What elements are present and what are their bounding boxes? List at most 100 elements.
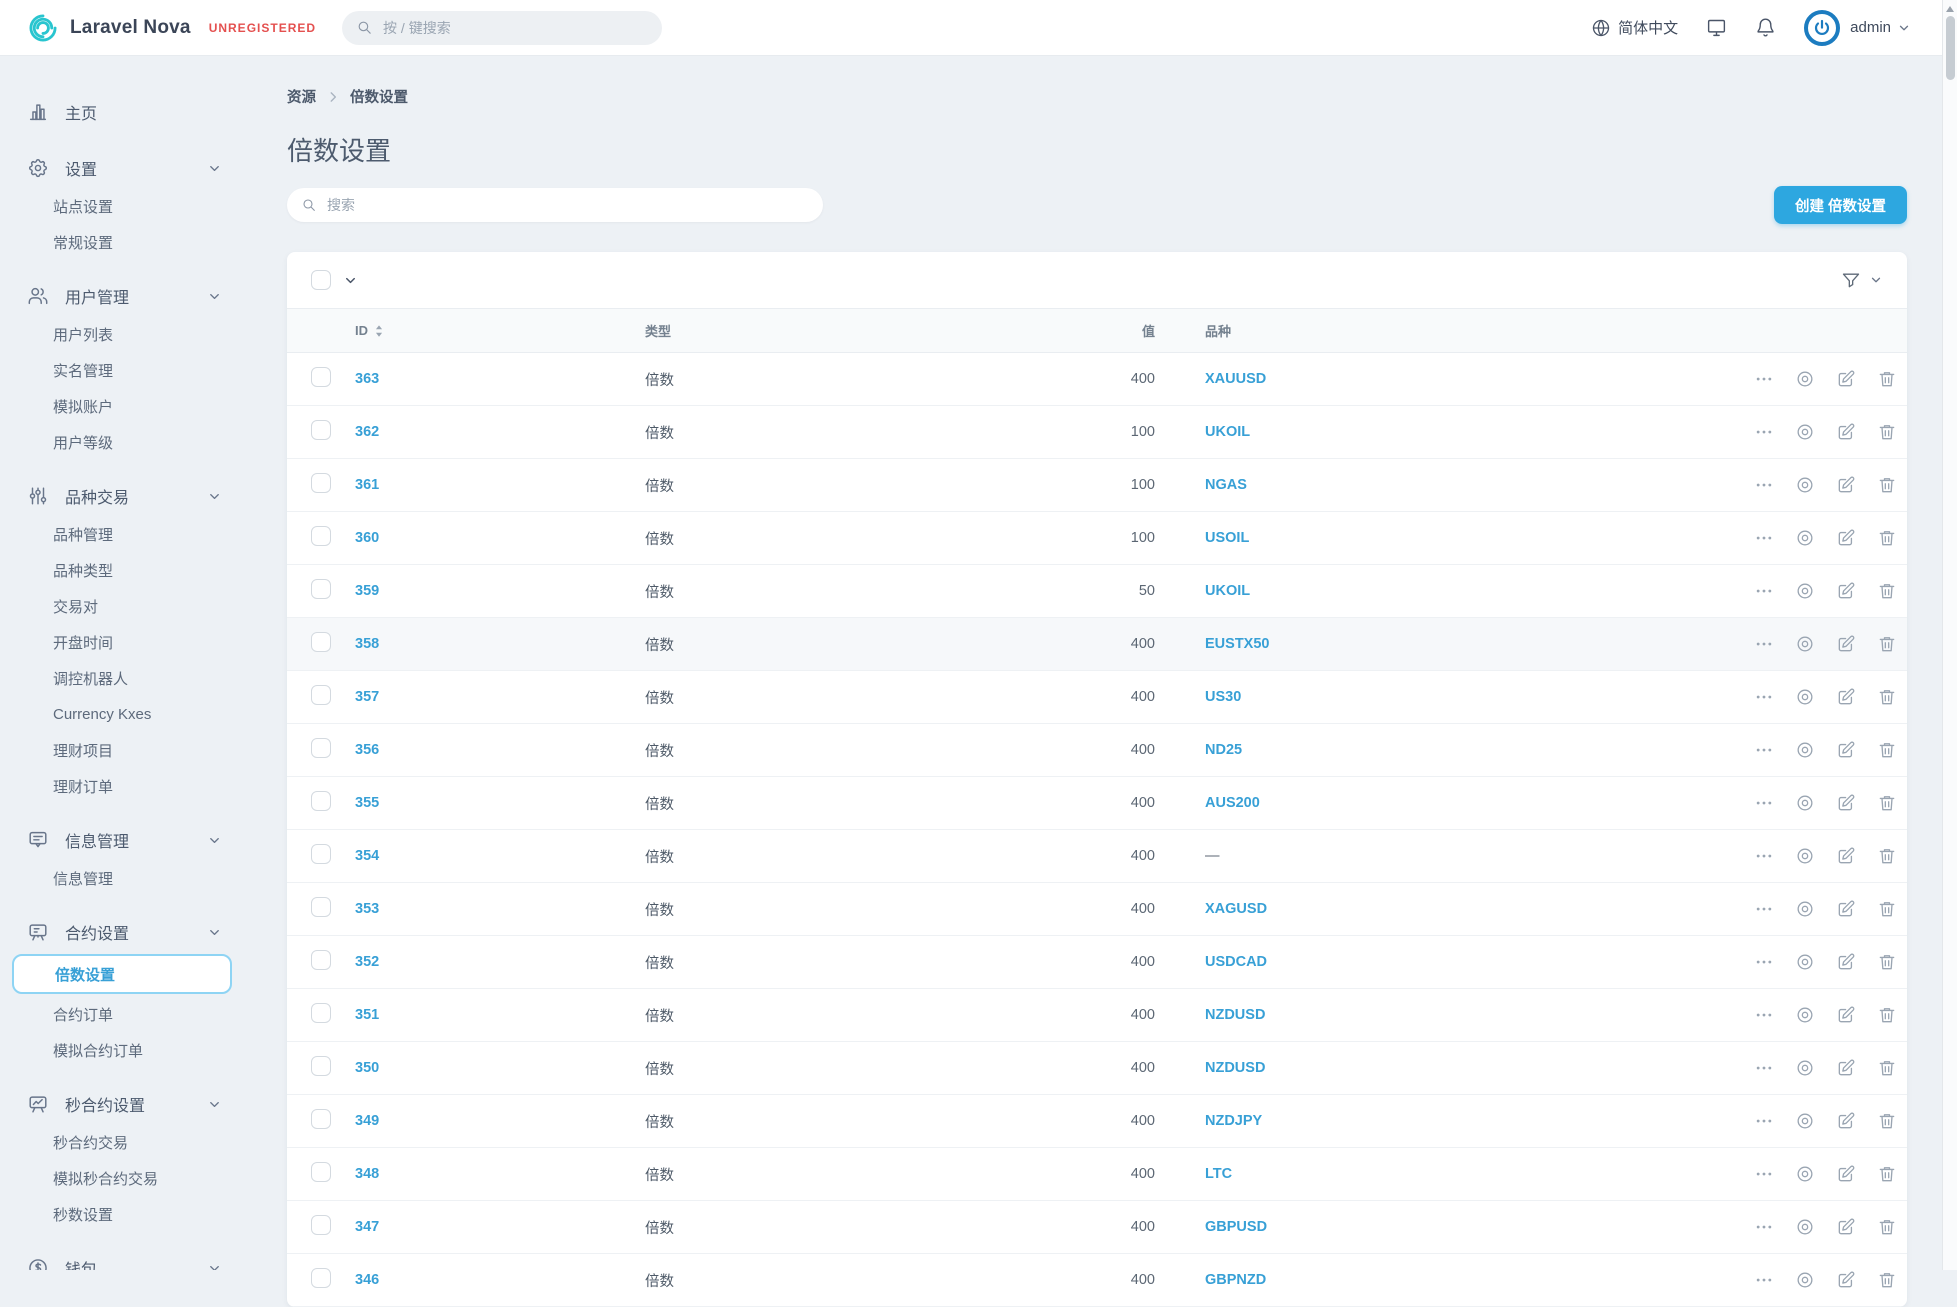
edit-icon[interactable] bbox=[1836, 1058, 1856, 1078]
trash-icon[interactable] bbox=[1877, 1217, 1897, 1237]
edit-icon[interactable] bbox=[1836, 369, 1856, 389]
edit-icon[interactable] bbox=[1836, 793, 1856, 813]
view-icon[interactable] bbox=[1795, 634, 1815, 654]
ellipsis-icon[interactable] bbox=[1754, 687, 1774, 707]
create-resource-button[interactable]: 创建 倍数设置 bbox=[1774, 186, 1907, 224]
edit-icon[interactable] bbox=[1836, 634, 1856, 654]
edit-icon[interactable] bbox=[1836, 1111, 1856, 1131]
row-symbol-link[interactable]: NGAS bbox=[1205, 477, 1247, 493]
ellipsis-icon[interactable] bbox=[1754, 1005, 1774, 1025]
trash-icon[interactable] bbox=[1877, 1164, 1897, 1184]
ellipsis-icon[interactable] bbox=[1754, 1270, 1774, 1290]
row-checkbox[interactable] bbox=[311, 579, 331, 599]
row-checkbox[interactable] bbox=[311, 367, 331, 387]
trash-icon[interactable] bbox=[1877, 1270, 1897, 1290]
sidebar-item[interactable]: 模拟账户 bbox=[0, 388, 256, 424]
edit-icon[interactable] bbox=[1836, 422, 1856, 442]
ellipsis-icon[interactable] bbox=[1754, 1058, 1774, 1078]
row-symbol-link[interactable]: NZDUSD bbox=[1205, 1007, 1265, 1023]
row-id-link[interactable]: 349 bbox=[355, 1113, 379, 1129]
chevron-down-icon[interactable] bbox=[1869, 273, 1883, 287]
bell-icon[interactable] bbox=[1755, 17, 1776, 38]
sidebar-item[interactable]: 秒合约交易 bbox=[0, 1124, 256, 1160]
view-icon[interactable] bbox=[1795, 528, 1815, 548]
view-icon[interactable] bbox=[1795, 1058, 1815, 1078]
laravel-nova-logo-icon[interactable] bbox=[28, 13, 58, 43]
trash-icon[interactable] bbox=[1877, 1111, 1897, 1131]
row-id-link[interactable]: 352 bbox=[355, 954, 379, 970]
row-symbol-link[interactable]: US30 bbox=[1205, 689, 1241, 705]
sidebar-section-head-5[interactable]: 合约设置 bbox=[0, 912, 256, 952]
ellipsis-icon[interactable] bbox=[1754, 740, 1774, 760]
view-icon[interactable] bbox=[1795, 369, 1815, 389]
ellipsis-icon[interactable] bbox=[1754, 899, 1774, 919]
ellipsis-icon[interactable] bbox=[1754, 581, 1774, 601]
row-checkbox[interactable] bbox=[311, 685, 331, 705]
row-symbol-link[interactable]: GBPUSD bbox=[1205, 1219, 1267, 1235]
sidebar-item[interactable]: 用户列表 bbox=[0, 316, 256, 352]
view-icon[interactable] bbox=[1795, 422, 1815, 442]
global-search-input[interactable] bbox=[383, 20, 648, 36]
row-symbol-link[interactable]: XAUUSD bbox=[1205, 371, 1266, 387]
chevron-down-icon[interactable] bbox=[343, 273, 358, 288]
view-icon[interactable] bbox=[1795, 846, 1815, 866]
sidebar-item[interactable]: 品种管理 bbox=[0, 516, 256, 552]
language-switcher[interactable]: 简体中文 bbox=[1591, 17, 1678, 38]
sidebar-section-head-3[interactable]: 品种交易 bbox=[0, 476, 256, 516]
ellipsis-icon[interactable] bbox=[1754, 422, 1774, 442]
edit-icon[interactable] bbox=[1836, 1164, 1856, 1184]
row-checkbox[interactable] bbox=[311, 420, 331, 440]
row-symbol-link[interactable]: NZDJPY bbox=[1205, 1113, 1262, 1129]
window-scrollbar[interactable] bbox=[1942, 0, 1957, 1270]
ellipsis-icon[interactable] bbox=[1754, 1164, 1774, 1184]
row-checkbox[interactable] bbox=[311, 844, 331, 864]
edit-icon[interactable] bbox=[1836, 687, 1856, 707]
row-symbol-link[interactable]: UKOIL bbox=[1205, 583, 1250, 599]
row-symbol-link[interactable]: GBPNZD bbox=[1205, 1272, 1266, 1288]
row-id-link[interactable]: 363 bbox=[355, 371, 379, 387]
row-checkbox[interactable] bbox=[311, 950, 331, 970]
trash-icon[interactable] bbox=[1877, 422, 1897, 442]
sidebar-item[interactable]: Currency Kxes bbox=[0, 696, 256, 732]
ellipsis-icon[interactable] bbox=[1754, 528, 1774, 548]
row-symbol-link[interactable]: UKOIL bbox=[1205, 424, 1250, 440]
view-icon[interactable] bbox=[1795, 952, 1815, 972]
ellipsis-icon[interactable] bbox=[1754, 634, 1774, 654]
row-id-link[interactable]: 362 bbox=[355, 424, 379, 440]
trash-icon[interactable] bbox=[1877, 581, 1897, 601]
resource-search-input[interactable] bbox=[327, 197, 809, 213]
row-id-link[interactable]: 354 bbox=[355, 848, 379, 864]
row-id-link[interactable]: 350 bbox=[355, 1060, 379, 1076]
resource-search[interactable] bbox=[287, 188, 823, 222]
row-id-link[interactable]: 348 bbox=[355, 1166, 379, 1182]
global-search[interactable] bbox=[342, 11, 662, 45]
row-checkbox[interactable] bbox=[311, 897, 331, 917]
view-icon[interactable] bbox=[1795, 1005, 1815, 1025]
edit-icon[interactable] bbox=[1836, 528, 1856, 548]
row-symbol-link[interactable]: AUS200 bbox=[1205, 795, 1260, 811]
sidebar-item[interactable]: 用户等级 bbox=[0, 424, 256, 460]
edit-icon[interactable] bbox=[1836, 846, 1856, 866]
sidebar-item[interactable]: 秒数设置 bbox=[0, 1196, 256, 1232]
sidebar-item[interactable]: 合约订单 bbox=[0, 996, 256, 1032]
column-header-type[interactable]: 类型 bbox=[645, 321, 1095, 340]
sidebar-item[interactable]: 理财订单 bbox=[0, 768, 256, 804]
row-id-link[interactable]: 351 bbox=[355, 1007, 379, 1023]
row-symbol-link[interactable]: LTC bbox=[1205, 1166, 1232, 1182]
row-checkbox[interactable] bbox=[311, 526, 331, 546]
trash-icon[interactable] bbox=[1877, 1058, 1897, 1078]
column-header-value[interactable]: 值 bbox=[1095, 321, 1155, 340]
ellipsis-icon[interactable] bbox=[1754, 475, 1774, 495]
row-checkbox[interactable] bbox=[311, 1268, 331, 1288]
edit-icon[interactable] bbox=[1836, 1217, 1856, 1237]
sidebar-section-head-7[interactable]: 钱包 bbox=[0, 1248, 256, 1270]
sidebar-item[interactable]: 模拟秒合约交易 bbox=[0, 1160, 256, 1196]
trash-icon[interactable] bbox=[1877, 369, 1897, 389]
row-id-link[interactable]: 347 bbox=[355, 1219, 379, 1235]
view-icon[interactable] bbox=[1795, 687, 1815, 707]
column-header-symbol[interactable]: 品种 bbox=[1155, 321, 1717, 340]
view-icon[interactable] bbox=[1795, 1217, 1815, 1237]
row-id-link[interactable]: 357 bbox=[355, 689, 379, 705]
row-id-link[interactable]: 361 bbox=[355, 477, 379, 493]
sidebar-item[interactable]: 调控机器人 bbox=[0, 660, 256, 696]
